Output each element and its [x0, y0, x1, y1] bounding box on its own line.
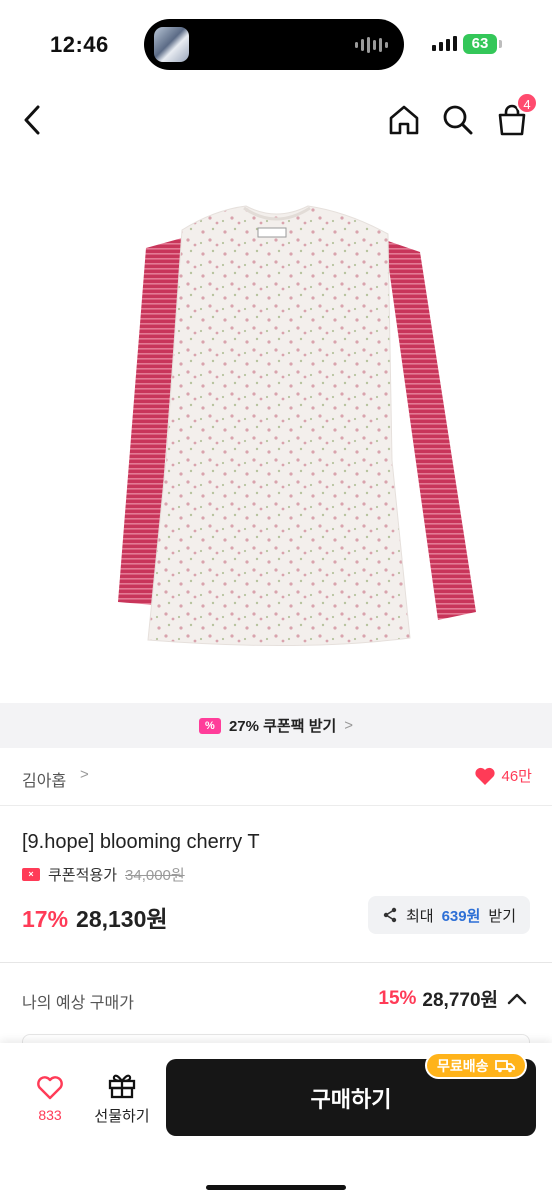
store-likes-count: 46만 — [501, 768, 533, 785]
buy-button-label: 구매하기 — [310, 1086, 392, 1112]
estimated-price-row[interactable]: 나의 예상 구매가 15% 28,770원 — [0, 970, 552, 1030]
estimated-discount: 15% — [378, 987, 417, 1009]
product-shirt-illustration — [118, 205, 476, 647]
store-likes[interactable]: 46만 — [474, 765, 533, 786]
status-time: 12:46 — [50, 32, 109, 57]
coupon-pack-text: 27% 쿠폰팩 받기 — [228, 718, 337, 735]
product-image[interactable] — [0, 160, 552, 700]
price-row: 17% 28,130원 — [22, 900, 168, 934]
truck-icon — [494, 1059, 515, 1072]
coupon-applied-label: 쿠폰적용가 — [48, 867, 118, 884]
share-icon — [383, 907, 397, 923]
home-indicator — [206, 1185, 346, 1190]
heart-filled-icon — [474, 767, 495, 785]
top-nav: 4 — [0, 92, 552, 148]
dynamic-island[interactable] — [144, 19, 404, 70]
status-bar: 12:46 63 — [0, 0, 552, 90]
chevron-left-icon — [24, 105, 40, 135]
chevron-right-icon: > — [80, 766, 89, 783]
gift-icon — [108, 1074, 136, 1099]
reward-button[interactable]: 최대 639원 받기 — [367, 896, 530, 934]
coupon-price-row: × 쿠폰적용가 34,000원 — [22, 864, 185, 885]
search-button[interactable] — [438, 100, 478, 140]
store-row: 김아홉 > 46만 — [0, 748, 552, 806]
estimated-price-label: 나의 예상 구매가 — [22, 995, 134, 1012]
estimated-price: 28,770원 — [422, 990, 498, 1011]
chevron-up-icon[interactable] — [504, 989, 530, 1009]
reward-prefix: 최대 — [405, 907, 434, 925]
like-button[interactable]: 833 — [24, 1075, 76, 1123]
coupon-pack-banner[interactable]: % 27% 쿠폰팩 받기 > — [0, 703, 552, 748]
section-divider — [0, 962, 552, 963]
home-button[interactable] — [384, 100, 424, 140]
search-icon — [443, 105, 473, 135]
estimated-price-summary: 15% 28,770원 — [378, 985, 530, 1012]
coupon-icon: × — [22, 868, 40, 881]
product-title: [9.hope] blooming cherry T — [22, 831, 260, 853]
battery-icon: 63 — [463, 34, 497, 54]
cart-count-badge: 4 — [516, 92, 538, 114]
bottom-action-bar: 833 선물하기 구매하기 무료배송 — [0, 1043, 552, 1200]
chevron-right-icon: > — [344, 717, 354, 734]
cart-button[interactable]: 4 — [492, 92, 538, 140]
audio-wave-icon — [355, 37, 388, 53]
gift-label: 선물하기 — [94, 1108, 150, 1125]
home-icon — [389, 105, 419, 135]
heart-outline-icon — [37, 1076, 63, 1100]
reward-amount: 639원 — [441, 907, 481, 925]
coupon-icon: % — [198, 717, 221, 734]
gift-button[interactable]: 선물하기 — [88, 1071, 156, 1126]
reward-suffix: 받기 — [488, 907, 516, 925]
now-playing-thumbnail — [154, 27, 189, 62]
free-shipping-badge: 무료배송 — [425, 1052, 527, 1079]
like-count: 833 — [38, 1107, 62, 1123]
battery-cap — [499, 40, 502, 48]
battery-level: 63 — [471, 35, 489, 52]
free-shipping-label: 무료배송 — [437, 1057, 489, 1074]
back-button[interactable] — [12, 100, 52, 140]
original-price: 34,000원 — [125, 867, 185, 884]
signal-icon — [432, 36, 457, 51]
discount-rate: 17% — [22, 906, 69, 932]
sale-price: 28,130원 — [76, 906, 168, 932]
store-name-link[interactable]: 김아홉 — [22, 767, 66, 791]
